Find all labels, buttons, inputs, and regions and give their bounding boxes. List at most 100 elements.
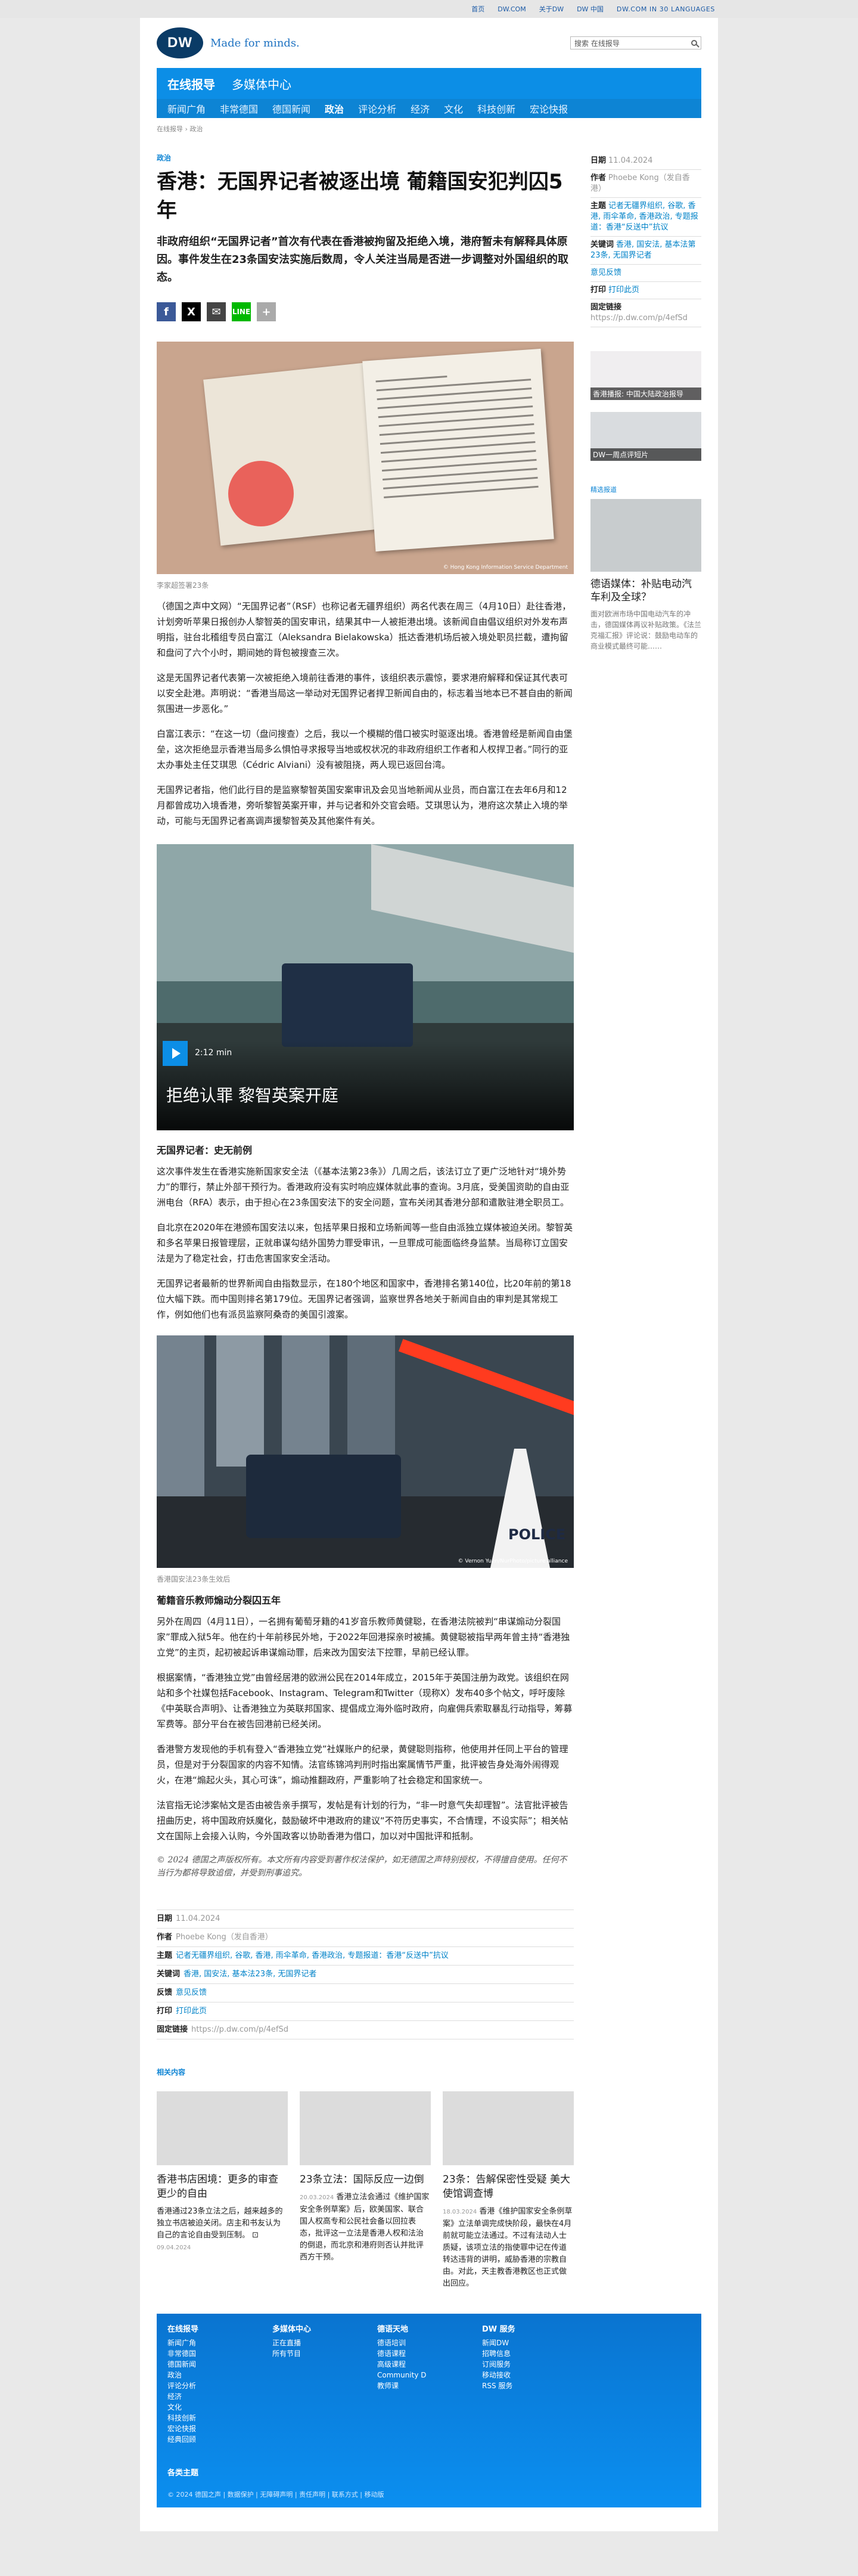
sidebar-feature-title[interactable]: 德语媒体：补贴电动汽车利及全球？	[590, 578, 701, 604]
topbar-link-dwcom[interactable]: DW.COM	[498, 5, 526, 13]
footer-link[interactable]: 所有节目	[272, 2348, 356, 2359]
related-cards: 香港书店困境：更多的审查 更少的自由 香港通过23条立法之后，越来越多的独立书店…	[157, 2091, 574, 2290]
related-card-title[interactable]: 23条：告解保密性受疑 美大使馆调查博	[443, 2172, 574, 2201]
footer-link[interactable]: 教师课	[377, 2380, 461, 2391]
nav-online-reports[interactable]: 在线报导	[167, 75, 215, 92]
footer-link[interactable]: 经济	[167, 2391, 251, 2402]
meta-date: 日期 11.04.2024	[157, 1910, 574, 1929]
footer-link[interactable]: 新闻广角	[167, 2338, 251, 2348]
footer-link[interactable]: 文化	[167, 2402, 251, 2413]
sub-navigation: 新闻广角 非常德国 德国新闻 政治 评论分析 经济 文化 科技创新 宏论快报	[157, 99, 701, 118]
footer-link[interactable]: 移动接收	[482, 2370, 565, 2380]
subnav-item[interactable]: 评论分析	[358, 101, 396, 116]
sidebar-video-promo[interactable]: DW一周点评短片	[590, 412, 701, 461]
footer-col: 德语天地 德语培训 德语课程 高级课程 Community D 教师课	[377, 2324, 461, 2445]
related-card-image[interactable]	[443, 2091, 574, 2165]
related-card-image[interactable]	[300, 2091, 431, 2165]
subnav-item[interactable]: 非常德国	[220, 101, 258, 116]
footer-link[interactable]: 经典回顾	[167, 2434, 251, 2445]
paragraph: 另外在周四（4月11日），一名拥有葡萄牙籍的41岁音乐教师黄健聪，在香港法院被判…	[157, 1616, 570, 1658]
subnav-item[interactable]: 德国新闻	[272, 101, 310, 116]
topbar-link-languages[interactable]: DW.COM IN 30 LANGUAGES	[617, 5, 715, 13]
footer-link[interactable]: 招聘信息	[482, 2348, 565, 2359]
line-icon[interactable]: LINE	[232, 302, 251, 321]
related-card-title[interactable]: 香港书店困境：更多的审查 更少的自由	[157, 2172, 288, 2201]
sidebar-video-caption[interactable]: DW一周点评短片	[590, 448, 701, 461]
photo-red-seal	[228, 461, 294, 526]
dw-logo[interactable]: DW	[157, 27, 203, 58]
subnav-item-politics[interactable]: 政治	[325, 101, 344, 116]
footer-legal[interactable]: © 2024 德国之声 | 数据保护 | 无障碍声明 | 责任声明 | 联系方式…	[167, 2490, 691, 2499]
meta-print[interactable]: 打印 打印此页	[157, 2002, 574, 2021]
article-kicker[interactable]: 政治	[157, 153, 574, 163]
paragraph: 无国界记者最新的世界新闻自由指数显示，在180个地区和国家中，香港排名第140位…	[157, 1278, 571, 1320]
footer-link[interactable]: Community D	[377, 2370, 461, 2380]
nav-media-center[interactable]: 多媒体中心	[232, 75, 291, 92]
meta-author: 作者 Phoebe Kong（发自香港）	[157, 1929, 574, 1947]
main-navigation: 在线报导 多媒体中心 新闻广角 非常德国 德国新闻 政治 评论分析 经济 文化 …	[157, 68, 701, 118]
meta-permalink[interactable]: 固定链接 https://p.dw.com/p/4efSd	[157, 2021, 574, 2039]
footer-link[interactable]: 非常德国	[167, 2348, 251, 2359]
footer-more-topics[interactable]: 各类主题	[167, 2466, 691, 2478]
footer-link[interactable]: 宏论快报	[167, 2423, 251, 2434]
meta-feedback[interactable]: 反馈 意见反馈	[157, 1984, 574, 2002]
related-card-image[interactable]	[157, 2091, 288, 2165]
related-card[interactable]: 23条立法：国际反应一边倒 20.03.2024 香港立法会通过《维护国家安全条…	[300, 2091, 431, 2290]
footer-link[interactable]: 高级课程	[377, 2359, 461, 2370]
sidebar-promo-image[interactable]: 香港播报: 中国大陆政治报导	[590, 351, 701, 400]
sidebar-feedback[interactable]: 意见反馈	[590, 265, 701, 282]
sidebar-topics[interactable]: 主题 记者无疆界组织, 谷歌, 香港, 雨伞革命, 香港政治, 专题报道：香港“反…	[590, 198, 701, 237]
footer-col-title[interactable]: 德语天地	[377, 2324, 461, 2335]
topbar-link-about[interactable]: 关于DW	[539, 4, 564, 14]
footer-col-title[interactable]: 多媒体中心	[272, 2324, 356, 2335]
subnav-item[interactable]: 文化	[444, 101, 463, 116]
meta-keywords[interactable]: 关键词 香港, 国安法, 基本法23条, 无国界记者	[157, 1966, 574, 1984]
search-input[interactable]: 搜索 在线报导	[574, 38, 620, 48]
footer-link[interactable]: 德国新闻	[167, 2359, 251, 2370]
photo-credit: © Hong Kong Information Service Departme…	[443, 565, 568, 571]
play-icon[interactable]	[163, 1041, 188, 1066]
video-title[interactable]: 拒绝认罪 黎智英案开庭	[166, 1083, 338, 1106]
footer-link[interactable]: RSS 服务	[482, 2380, 565, 2391]
footer-col-title[interactable]: 在线报导	[167, 2324, 251, 2335]
sidebar-print[interactable]: 打印 打印此页	[590, 282, 701, 299]
footer-link[interactable]: 订阅服务	[482, 2359, 565, 2370]
article-photo-police[interactable]: POLICE © Vernon Yuen/NurPhoto/picture al…	[157, 1335, 574, 1568]
topbar-link-china[interactable]: DW 中国	[577, 4, 604, 14]
subnav-item[interactable]: 经济	[411, 101, 430, 116]
facebook-icon[interactable]: f	[157, 302, 176, 321]
footer-link[interactable]: 政治	[167, 2370, 251, 2380]
x-icon[interactable]: X	[182, 302, 201, 321]
meta-topics[interactable]: 主题 记者无疆界组织, 谷歌, 香港, 雨伞革命, 香港政治, 专题报道：香港“反…	[157, 1947, 574, 1966]
more-share-icon[interactable]: +	[257, 302, 276, 321]
brand[interactable]: DW Made for minds.	[157, 27, 300, 58]
footer-col-title[interactable]: DW 服务	[482, 2324, 565, 2335]
sidebar-feature-image[interactable]	[590, 499, 701, 572]
related-card[interactable]: 香港书店困境：更多的审查 更少的自由 香港通过23条立法之后，越来越多的独立书店…	[157, 2091, 288, 2290]
subnav-item[interactable]: 宏论快报	[530, 101, 568, 116]
sidebar-keywords[interactable]: 关键词 香港, 国安法, 基本法第23条, 无国界记者	[590, 237, 701, 265]
article-photo-documents[interactable]: © Hong Kong Information Service Departme…	[157, 342, 574, 574]
paragraph: 香港警方发现他的手机有登入“香港独立党”社媒账户的纪录，黄健聪则指称，他使用并任…	[157, 1744, 568, 1785]
sidebar-promo-caption[interactable]: 香港播报: 中国大陆政治报导	[590, 388, 701, 400]
search-icon[interactable]	[691, 40, 697, 46]
search-box[interactable]: 搜索 在线报导	[570, 36, 701, 49]
article: 政治 香港：无国界记者被逐出境 葡籍国安犯判囚5年 非政府组织“无国界记者”首次…	[157, 137, 574, 2290]
footer-link[interactable]: 德语培训	[377, 2338, 461, 2348]
related-card-title[interactable]: 23条立法：国际反应一边倒	[300, 2172, 431, 2187]
subnav-item[interactable]: 新闻广角	[167, 101, 206, 116]
related-card-text: 香港通过23条立法之后，越来越多的独立书店被迫关闭。店主和书友认为自己的言论自由…	[157, 2207, 283, 2251]
footer-link[interactable]: 评论分析	[167, 2380, 251, 2391]
topbar-link-home[interactable]: 首页	[471, 4, 484, 14]
footer-link[interactable]: 正在直播	[272, 2338, 356, 2348]
footer-link[interactable]: 德语课程	[377, 2348, 461, 2359]
subnav-item[interactable]: 科技创新	[477, 101, 515, 116]
breadcrumb[interactable]: 在线报导 › 政治	[157, 124, 701, 134]
sidebar-section-heading: 精选报道	[590, 486, 617, 494]
footer-link[interactable]: 新闻DW	[482, 2338, 565, 2348]
sidebar-permalink[interactable]: 固定链接 https://p.dw.com/p/4efSd	[590, 299, 701, 327]
mail-icon[interactable]: ✉	[207, 302, 226, 321]
footer-link[interactable]: 科技创新	[167, 2413, 251, 2423]
related-card[interactable]: 23条：告解保密性受疑 美大使馆调查博 18.03.2024 香港《维护国家安全…	[443, 2091, 574, 2290]
video-player[interactable]: 2:12 min 拒绝认罪 黎智英案开庭	[157, 844, 574, 1130]
